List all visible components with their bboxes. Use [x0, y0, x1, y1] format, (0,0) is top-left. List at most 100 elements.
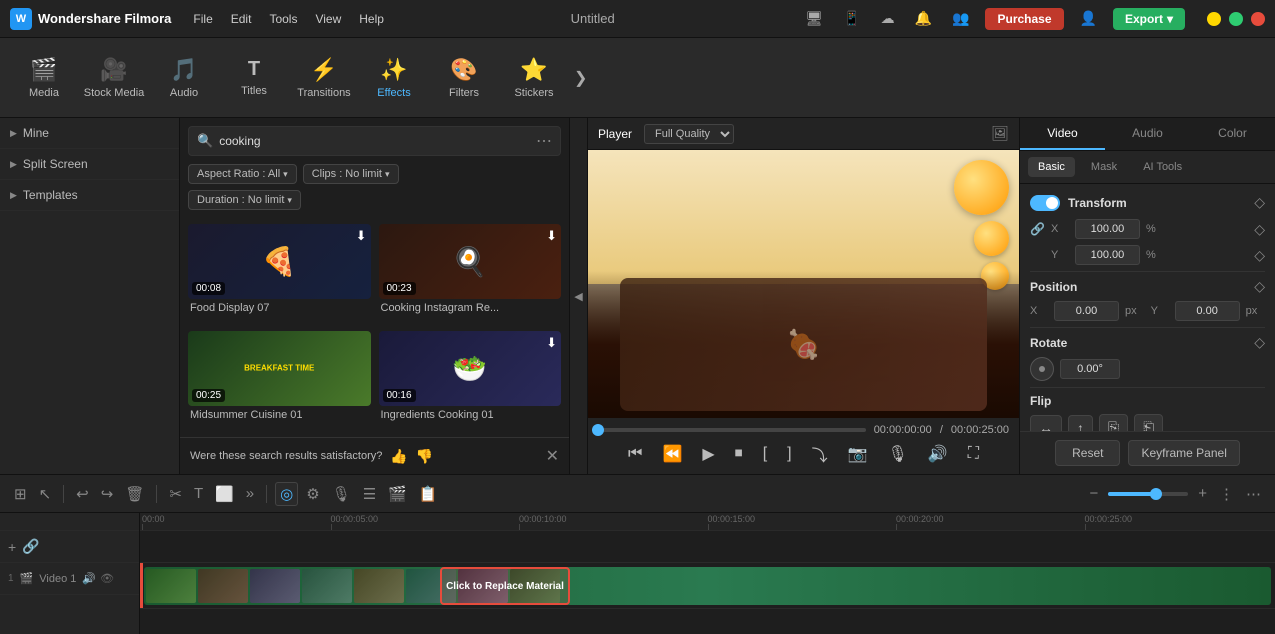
rotate-input[interactable] — [1060, 359, 1120, 379]
maximize-button[interactable] — [1229, 12, 1243, 26]
timeline-text-button[interactable]: T — [190, 483, 207, 504]
stop-button[interactable]: ⏹ — [731, 443, 747, 465]
thumbnail-food-display-07[interactable]: 00:08 ⬇ Food Display 07 — [188, 224, 371, 323]
timeline-settings-button[interactable]: ⚙ — [302, 483, 323, 505]
timeline-scenes-button[interactable]: ⊞ — [10, 483, 31, 505]
menu-edit[interactable]: Edit — [231, 12, 252, 26]
duration-filter[interactable]: Duration : No limit ▾ — [188, 190, 301, 210]
audio-settings-button[interactable]: 🔊 — [924, 442, 952, 466]
track-visibility-toggle[interactable]: 👁 — [100, 572, 114, 585]
timeline-audio-button[interactable]: 🎙 — [328, 483, 355, 505]
zoom-slider[interactable] — [1108, 492, 1188, 496]
tool-media[interactable]: 🎬 Media — [10, 43, 78, 113]
device-icon[interactable]: 📱 — [839, 8, 864, 29]
timeline-redo-button[interactable]: ↪ — [97, 483, 118, 505]
sidebar-item-mine[interactable]: ▶ Mine — [0, 118, 179, 149]
aspect-ratio-filter[interactable]: Aspect Ratio : All ▾ — [188, 164, 297, 184]
thumbnail-cooking-instagram[interactable]: 00:23 ⬇ Cooking Instagram Re... — [379, 224, 562, 323]
snapshot-button[interactable]: 📷 — [844, 442, 872, 466]
timeline-undo-button[interactable]: ↩ — [72, 483, 93, 505]
thumbnail-midsummer-cuisine[interactable]: 00:25 Midsummer Cuisine 01 — [188, 331, 371, 430]
sidebar-item-split-screen[interactable]: ▶ Split Screen — [0, 149, 179, 180]
sidebar-item-templates[interactable]: ▶ Templates — [0, 180, 179, 211]
close-button[interactable] — [1251, 12, 1265, 26]
menu-help[interactable]: Help — [359, 12, 384, 26]
rotate-dial[interactable] — [1030, 357, 1054, 381]
scale-x-keyframe[interactable]: ◇ — [1254, 221, 1265, 238]
track-audio-toggle[interactable]: 🔊 — [82, 572, 96, 585]
timeline-layout-button[interactable]: ⋯ — [1242, 483, 1265, 505]
video-clip[interactable] — [144, 567, 1271, 605]
timeline-more-button[interactable]: » — [242, 483, 258, 504]
tab-audio[interactable]: Audio — [1105, 118, 1190, 150]
timeline-grid-button[interactable]: ⋮ — [1215, 483, 1238, 505]
tool-effects[interactable]: ✨ Effects — [360, 43, 428, 113]
notification-icon[interactable]: 🔔 — [911, 8, 936, 29]
tool-audio[interactable]: 🎵 Audio — [150, 43, 218, 113]
play-button[interactable]: ▶ — [698, 442, 718, 466]
user-avatar[interactable]: 👤 — [1076, 8, 1101, 29]
minimize-button[interactable] — [1207, 12, 1221, 26]
pos-x-input[interactable] — [1054, 301, 1119, 321]
prev-frame-button[interactable]: ⏪ — [658, 442, 686, 466]
timeline-delete-button[interactable]: 🗑 — [121, 483, 148, 505]
progress-bar[interactable] — [598, 428, 866, 432]
player-tab[interactable]: Player — [598, 127, 632, 141]
tab-video[interactable]: Video — [1020, 118, 1105, 150]
fullscreen-button[interactable]: ⛶ — [964, 443, 983, 465]
quality-selector[interactable]: Full Quality 1/2 Quality 1/4 Quality — [644, 124, 734, 144]
upload-icon[interactable]: ☁ — [877, 8, 899, 29]
tool-transitions[interactable]: ⚡ Transitions — [290, 43, 358, 113]
tool-stickers[interactable]: ⭐ Stickers — [500, 43, 568, 113]
rotate-keyframe[interactable]: ◇ — [1254, 334, 1265, 351]
reset-button[interactable]: Reset — [1055, 440, 1120, 466]
search-input[interactable] — [219, 134, 530, 148]
tab-color[interactable]: Color — [1190, 118, 1275, 150]
scale-y-input[interactable] — [1075, 245, 1140, 265]
transform-toggle[interactable] — [1030, 195, 1060, 211]
pos-y-input[interactable] — [1175, 301, 1240, 321]
flip-copy-v-button[interactable]: ⎗ — [1134, 414, 1163, 431]
keyframe-panel-button[interactable]: Keyframe Panel — [1128, 440, 1239, 466]
flip-copy-h-button[interactable]: ⎘ — [1099, 414, 1128, 431]
thumbnail-ingredients-cooking[interactable]: 00:16 ⬇ Ingredients Cooking 01 — [379, 331, 562, 430]
tool-filters[interactable]: 🎨 Filters — [430, 43, 498, 113]
thumbs-down-button[interactable]: 👎 — [416, 448, 433, 465]
position-keyframe[interactable]: ◇ — [1254, 278, 1265, 295]
monitor-icon[interactable]: 🖥 — [801, 8, 827, 29]
add-track-button[interactable]: + — [8, 539, 16, 555]
link-track-button[interactable]: 🔗 — [22, 538, 39, 555]
zoom-out-button[interactable]: − — [1085, 483, 1102, 504]
timeline-track-button[interactable]: 📋 — [415, 483, 442, 505]
scale-x-input[interactable] — [1075, 219, 1140, 239]
flip-horizontal-button[interactable]: ↔ — [1030, 415, 1062, 432]
toolbar-more-arrow[interactable]: ❯ — [574, 68, 587, 88]
tool-titles[interactable]: T Titles — [220, 43, 288, 113]
timeline-more2-button[interactable]: ☰ — [359, 483, 380, 505]
subtab-ai-tools[interactable]: AI Tools — [1133, 157, 1192, 177]
menu-tools[interactable]: Tools — [269, 12, 297, 26]
flip-vertical-button[interactable]: ↕ — [1068, 415, 1093, 432]
timeline-crop-button[interactable]: ⬜ — [211, 483, 238, 505]
scale-y-keyframe[interactable]: ◇ — [1254, 247, 1265, 264]
clips-filter[interactable]: Clips : No limit ▾ — [303, 164, 399, 184]
timeline-clip-button[interactable]: 🎬 — [384, 483, 411, 505]
community-icon[interactable]: 👥 — [948, 8, 973, 29]
tool-stock-media[interactable]: 🎥 Stock Media — [80, 43, 148, 113]
thumbs-up-button[interactable]: 👍 — [390, 448, 407, 465]
purchase-button[interactable]: Purchase — [985, 8, 1063, 30]
mark-in-button[interactable]: [ — [759, 443, 771, 465]
timeline-select-button[interactable]: ↖ — [35, 483, 56, 505]
feedback-close-button[interactable]: ✕ — [546, 446, 559, 466]
zoom-in-button[interactable]: + — [1194, 483, 1211, 504]
replace-material-overlay[interactable]: Click to Replace Material — [440, 567, 570, 605]
subtab-mask[interactable]: Mask — [1081, 157, 1127, 177]
panel-collapse-button[interactable]: ◀ — [570, 118, 588, 474]
skip-back-button[interactable]: ⏮ — [624, 443, 646, 465]
mark-out-button[interactable]: ] — [783, 443, 795, 465]
screenshot-icon[interactable]: 🖼 — [991, 125, 1009, 142]
timeline-cut-button[interactable]: ✂ — [165, 483, 186, 505]
voiceover-button[interactable]: 🎙 — [884, 442, 912, 466]
timeline-active-tool[interactable]: ◎ — [275, 482, 298, 506]
menu-view[interactable]: View — [315, 12, 341, 26]
